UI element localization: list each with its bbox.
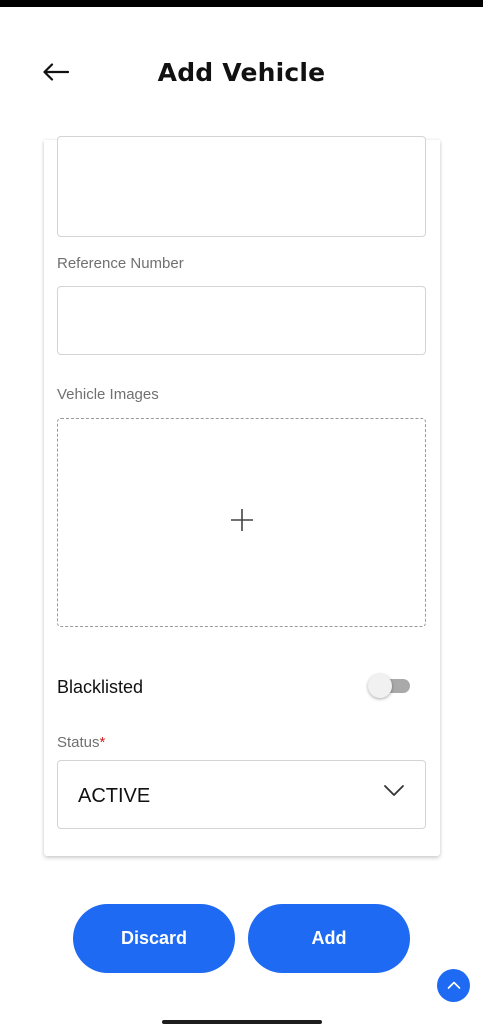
chevron-up-icon: [447, 977, 461, 995]
scroll-to-top-button[interactable]: [437, 969, 470, 1002]
plus-icon: [229, 507, 255, 538]
toggle-thumb: [368, 674, 392, 698]
status-select-value: ACTIVE: [78, 785, 151, 807]
discard-button[interactable]: Discard: [73, 904, 235, 973]
add-button[interactable]: Add: [248, 904, 410, 973]
status-label: Status*: [57, 734, 105, 751]
reference-number-input[interactable]: [57, 286, 426, 355]
vehicle-images-upload[interactable]: [57, 418, 426, 627]
app-header: Add Vehicle: [0, 40, 483, 110]
blacklisted-label: Blacklisted: [57, 677, 144, 697]
previous-field-input[interactable]: [57, 136, 426, 237]
page-title: Add Vehicle: [157, 58, 326, 87]
blacklisted-toggle[interactable]: [368, 674, 412, 700]
status-label-text: Status: [57, 734, 100, 751]
home-indicator: [162, 1020, 322, 1024]
reference-number-label: Reference Number: [57, 255, 184, 272]
vehicle-form-card: Reference Number Vehicle Images Blacklis…: [44, 136, 440, 856]
vehicle-images-label: Vehicle Images: [57, 386, 159, 403]
chevron-down-icon: [383, 784, 405, 803]
status-select[interactable]: ACTIVE: [57, 760, 426, 829]
status-bar: [0, 0, 483, 7]
required-mark: *: [99, 734, 106, 751]
